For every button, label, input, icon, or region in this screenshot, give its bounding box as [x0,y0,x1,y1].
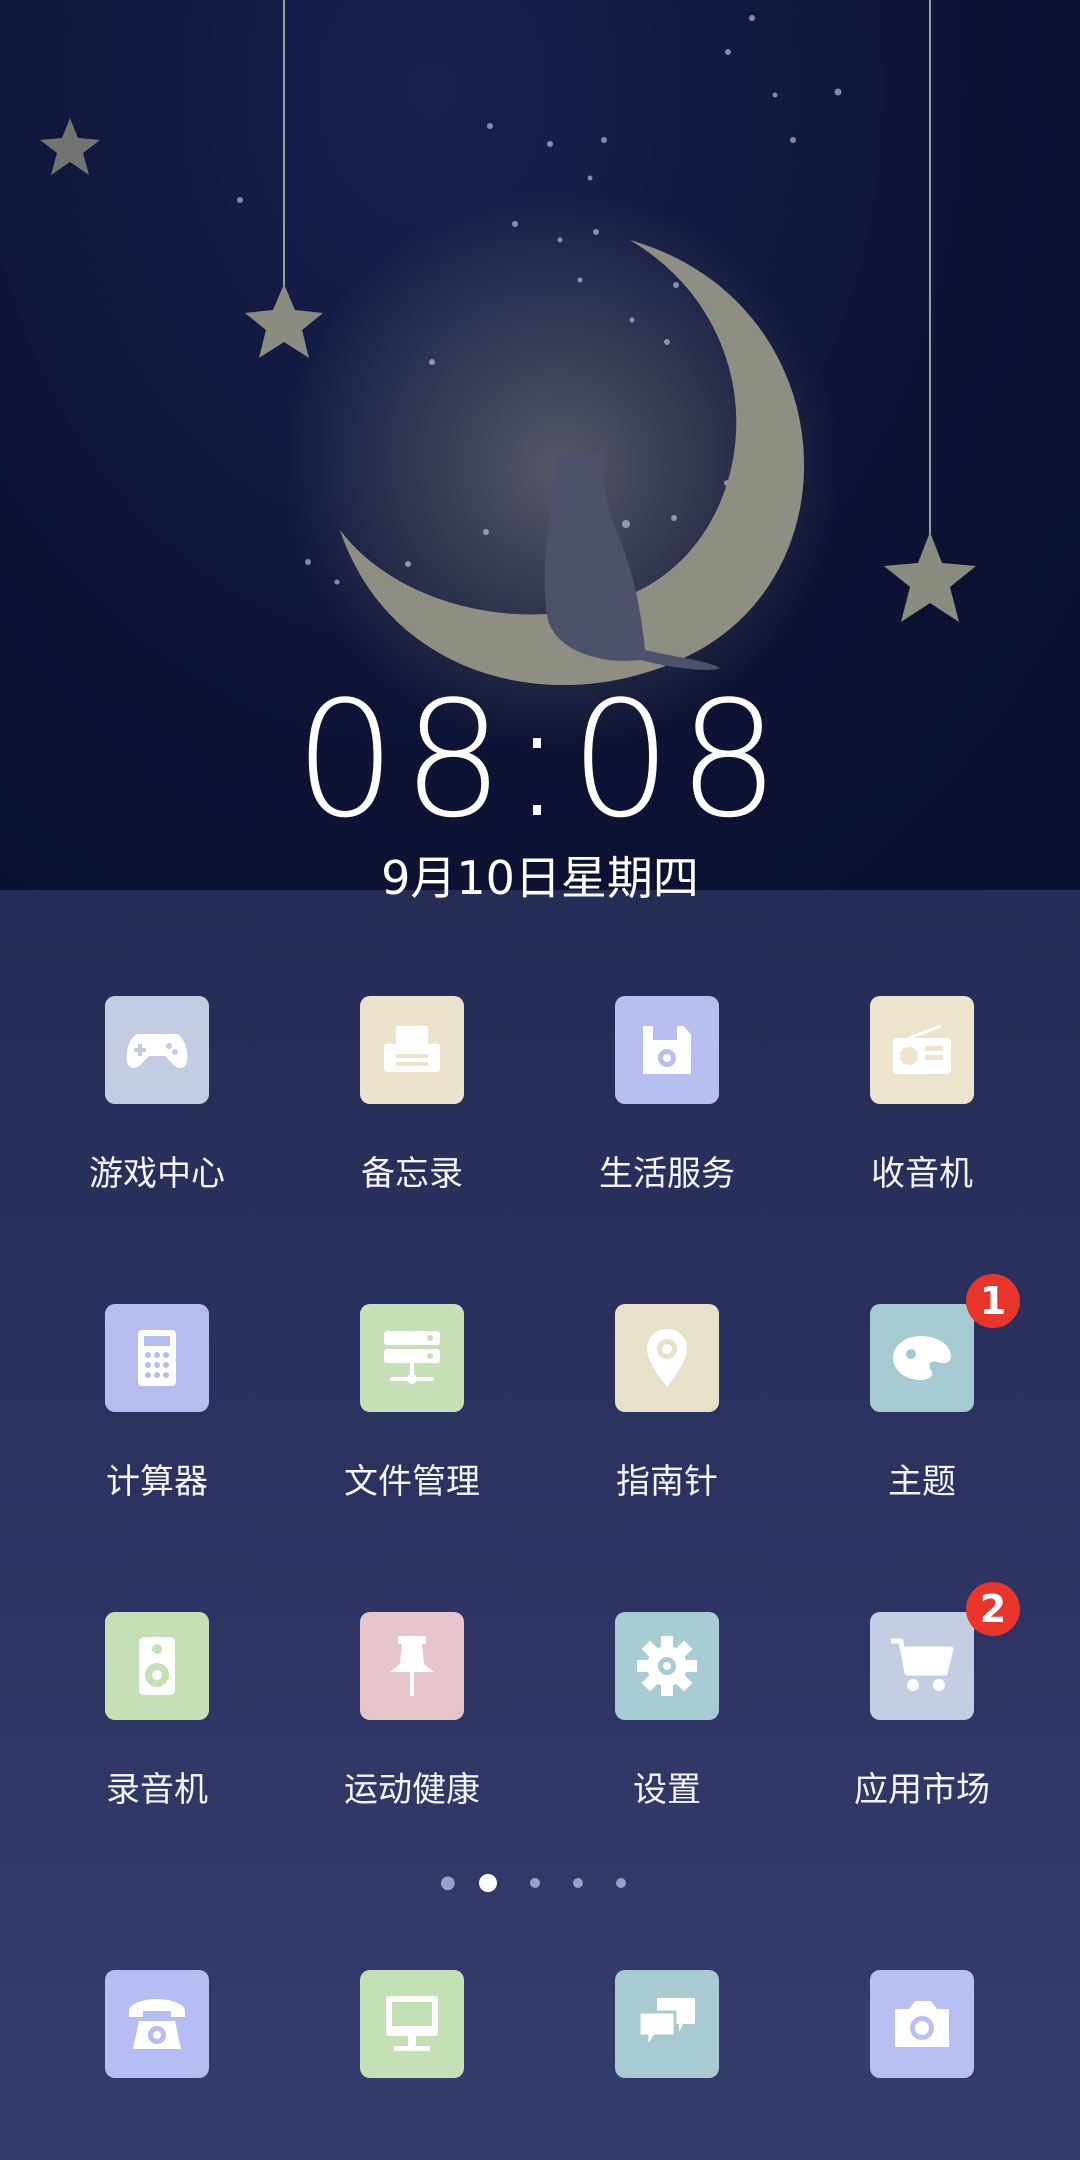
app-calculator[interactable]: 计算器 [29,1304,285,1534]
printer-icon [360,996,464,1104]
app-label: 备忘录 [361,1154,463,1194]
camera-icon [870,1970,974,2078]
app-label: 游戏中心 [89,1154,225,1194]
dock-camera[interactable] [794,1970,1050,2080]
app-file-manager[interactable]: 文件管理 [284,1304,540,1534]
page-dot-active[interactable] [478,1873,497,1892]
app-label: 设置 [633,1770,701,1810]
page-indicator[interactable]: ● [0,1872,1080,1893]
app-label: 主题 [888,1462,956,1502]
chat-icon [615,1970,719,2078]
app-label: 录音机 [106,1770,208,1810]
clock-time: 08:08 [294,666,786,853]
app-recorder[interactable]: 录音机 [29,1612,285,1842]
lightbulb-icon: ● [439,1872,456,1893]
pushpin-icon [360,1612,464,1720]
dock-phone[interactable] [29,1970,285,2080]
gamepad-icon [105,996,209,1104]
app-market[interactable]: 2 应用市场 [794,1582,1050,1842]
app-life-service[interactable]: 生活服务 [539,996,795,1226]
app-radio[interactable]: 收音机 [794,996,1050,1226]
app-label: 指南针 [616,1462,718,1502]
app-label: 运动健康 [344,1770,480,1810]
radio-icon [870,996,974,1104]
app-memo[interactable]: 备忘录 [284,996,540,1226]
app-settings[interactable]: 设置 [539,1612,795,1842]
dock-messages[interactable] [539,1970,795,2080]
app-label: 计算器 [106,1462,208,1502]
page-dot[interactable] [616,1877,627,1888]
location-pin-icon [615,1304,719,1412]
cart-icon [870,1612,974,1720]
app-health[interactable]: 运动健康 [284,1612,540,1842]
speaker-icon [105,1612,209,1720]
floppy-icon [615,996,719,1104]
page-dot[interactable] [529,1877,540,1888]
monitor-icon [360,1970,464,2078]
app-label: 应用市场 [854,1770,990,1810]
calculator-icon [105,1304,209,1412]
app-game-center[interactable]: 游戏中心 [29,996,285,1226]
app-theme[interactable]: 1 主题 [794,1274,1050,1534]
notification-badge: 2 [966,1582,1020,1636]
phone-icon [105,1970,209,2078]
app-label: 生活服务 [599,1154,735,1194]
notification-badge: 1 [966,1274,1020,1328]
dock-computer[interactable] [284,1970,540,2080]
app-label: 文件管理 [344,1462,480,1502]
app-compass[interactable]: 指南针 [539,1304,795,1534]
page-dot[interactable] [572,1877,583,1888]
app-label: 收音机 [871,1154,973,1194]
server-icon [360,1304,464,1412]
clock-date: 9月10日星期四 [381,851,699,905]
gear-icon [615,1612,719,1720]
palette-icon [870,1304,974,1412]
